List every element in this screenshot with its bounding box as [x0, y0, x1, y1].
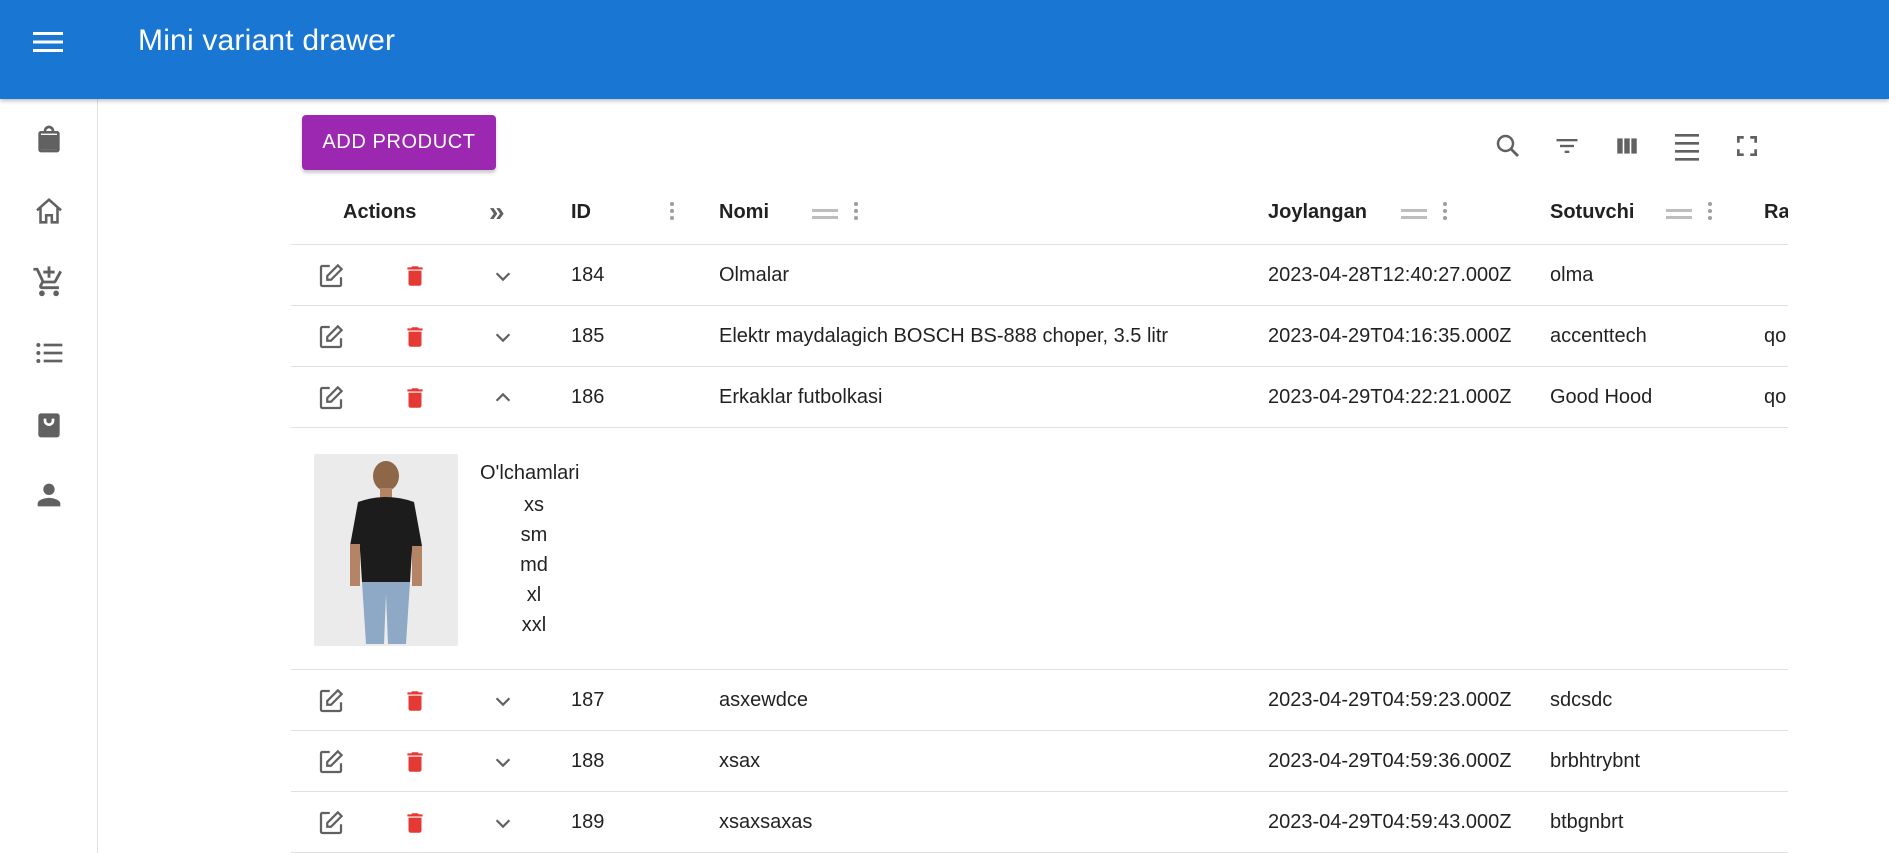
table-header-row: Actions » ID Nomi Joylangan Sotuvchi Ra — [291, 180, 1788, 245]
list-icon — [36, 343, 63, 363]
cell-seller: brbhtrybnt — [1550, 749, 1641, 772]
size-item: xxl — [521, 614, 547, 636]
sizes-list: xs sm md xl xxl — [480, 490, 588, 640]
delete-icon[interactable] — [399, 807, 431, 839]
cell-name: Olmalar — [719, 263, 790, 286]
drag-handle-icon[interactable] — [1666, 209, 1692, 219]
chevron-up-icon[interactable] — [487, 382, 519, 414]
column-menu-icon[interactable] — [1708, 202, 1712, 220]
table-row: 188 xsax 2023-04-29T04:59:36.000Z brbhtr… — [291, 731, 1788, 792]
size-item: xs — [524, 494, 544, 516]
mini-drawer — [0, 99, 98, 853]
filter-icon[interactable] — [1547, 126, 1587, 166]
cell-date: 2023-04-29T04:22:21.000Z — [1268, 385, 1512, 408]
chevron-down-icon[interactable] — [487, 685, 519, 717]
chevron-down-icon[interactable] — [487, 321, 519, 353]
cell-id: 187 — [571, 688, 605, 711]
fullscreen-icon[interactable] — [1727, 126, 1767, 166]
nav-item-list[interactable] — [0, 318, 98, 388]
cell-id: 189 — [571, 810, 605, 833]
cell-seller: sdcsdc — [1550, 688, 1613, 711]
shopping-bag-icon — [38, 125, 60, 153]
nav-item-add-cart[interactable] — [0, 247, 98, 317]
row-detail-panel: O'lchamlari xs sm md xl xxl — [291, 428, 1788, 670]
cell-id: 185 — [571, 324, 605, 347]
product-image — [314, 454, 458, 646]
column-menu-icon[interactable] — [670, 202, 674, 220]
table-row: 184 Olmalar 2023-04-28T12:40:27.000Z olm… — [291, 245, 1788, 306]
edit-icon[interactable] — [315, 746, 347, 778]
table-toolbar: ADD PRODUCT — [302, 115, 496, 170]
chevron-down-icon[interactable] — [487, 746, 519, 778]
header-next[interactable]: Ra — [1764, 180, 1788, 244]
cell-name: xsaxsaxas — [719, 810, 813, 833]
delete-icon[interactable] — [399, 382, 431, 414]
table-row: 186 Erkaklar futbolkasi 2023-04-29T04:22… — [291, 367, 1788, 428]
cell-next: qo — [1764, 385, 1787, 408]
edit-icon[interactable] — [315, 685, 347, 717]
person-icon — [37, 483, 61, 507]
cell-seller: accenttech — [1550, 324, 1647, 347]
cell-id: 184 — [571, 263, 605, 286]
nav-item-person[interactable] — [0, 460, 98, 530]
delete-icon[interactable] — [399, 321, 431, 353]
app-bar: Mini variant drawer — [0, 0, 1889, 99]
nav-item-shopping-bag[interactable] — [0, 104, 98, 174]
size-item: xl — [526, 584, 542, 606]
cell-date: 2023-04-29T04:59:43.000Z — [1268, 810, 1512, 833]
cell-next: qo — [1764, 324, 1787, 347]
chevron-down-icon[interactable] — [487, 807, 519, 839]
nav-item-home[interactable] — [0, 176, 98, 246]
cell-seller: Good Hood — [1550, 385, 1653, 408]
cell-id: 188 — [571, 749, 605, 772]
header-id[interactable]: ID — [571, 180, 591, 244]
columns-icon[interactable] — [1607, 126, 1647, 166]
nav-item-basket[interactable] — [0, 389, 98, 459]
edit-icon[interactable] — [315, 321, 347, 353]
delete-icon[interactable] — [399, 260, 431, 292]
header-name[interactable]: Nomi — [719, 180, 769, 244]
header-actions: Actions — [343, 200, 417, 223]
cell-name: Erkaklar futbolkasi — [719, 385, 883, 408]
menu-icon[interactable] — [28, 28, 68, 56]
table-row: 185 Elektr maydalagich BOSCH BS-888 chop… — [291, 306, 1788, 367]
cell-date: 2023-04-29T04:59:23.000Z — [1268, 688, 1512, 711]
delete-icon[interactable] — [399, 746, 431, 778]
drag-handle-icon[interactable] — [812, 209, 838, 219]
column-menu-icon[interactable] — [1443, 202, 1447, 220]
header-date[interactable]: Joylangan — [1268, 180, 1367, 244]
column-menu-icon[interactable] — [854, 202, 858, 220]
search-icon[interactable] — [1488, 126, 1528, 166]
edit-icon[interactable] — [315, 260, 347, 292]
chevron-down-icon[interactable] — [487, 260, 519, 292]
home-icon — [36, 197, 62, 224]
header-seller[interactable]: Sotuvchi — [1550, 180, 1634, 244]
add-product-button[interactable]: ADD PRODUCT — [302, 115, 496, 170]
products-table: Actions » ID Nomi Joylangan Sotuvchi Ra … — [291, 180, 1788, 853]
cell-date: 2023-04-29T04:59:36.000Z — [1268, 749, 1512, 772]
cell-date: 2023-04-29T04:16:35.000Z — [1268, 324, 1512, 347]
edit-icon[interactable] — [315, 807, 347, 839]
drag-handle-icon[interactable] — [1401, 209, 1427, 219]
size-item: sm — [520, 524, 548, 546]
shopping-basket-icon — [38, 413, 60, 438]
cell-name: xsax — [719, 749, 761, 772]
sizes-title: O'lchamlari — [480, 462, 580, 484]
add-shopping-cart-icon — [33, 266, 62, 297]
cell-name: asxewdce — [719, 688, 808, 711]
cell-seller: olma — [1550, 263, 1594, 286]
cell-name: Elektr maydalagich BOSCH BS-888 choper, … — [719, 324, 1169, 347]
app-title: Mini variant drawer — [138, 24, 396, 57]
cell-id: 186 — [571, 385, 605, 408]
table-row: 187 asxewdce 2023-04-29T04:59:23.000Z sd… — [291, 670, 1788, 731]
density-icon[interactable] — [1667, 126, 1707, 166]
cell-date: 2023-04-28T12:40:27.000Z — [1268, 263, 1512, 286]
cell-seller: btbgnbrt — [1550, 810, 1624, 833]
delete-icon[interactable] — [399, 685, 431, 717]
edit-icon[interactable] — [315, 382, 347, 414]
table-row: 189 xsaxsaxas 2023-04-29T04:59:43.000Z b… — [291, 792, 1788, 853]
size-item: md — [520, 554, 548, 576]
expand-all-icon[interactable]: » — [489, 180, 505, 244]
